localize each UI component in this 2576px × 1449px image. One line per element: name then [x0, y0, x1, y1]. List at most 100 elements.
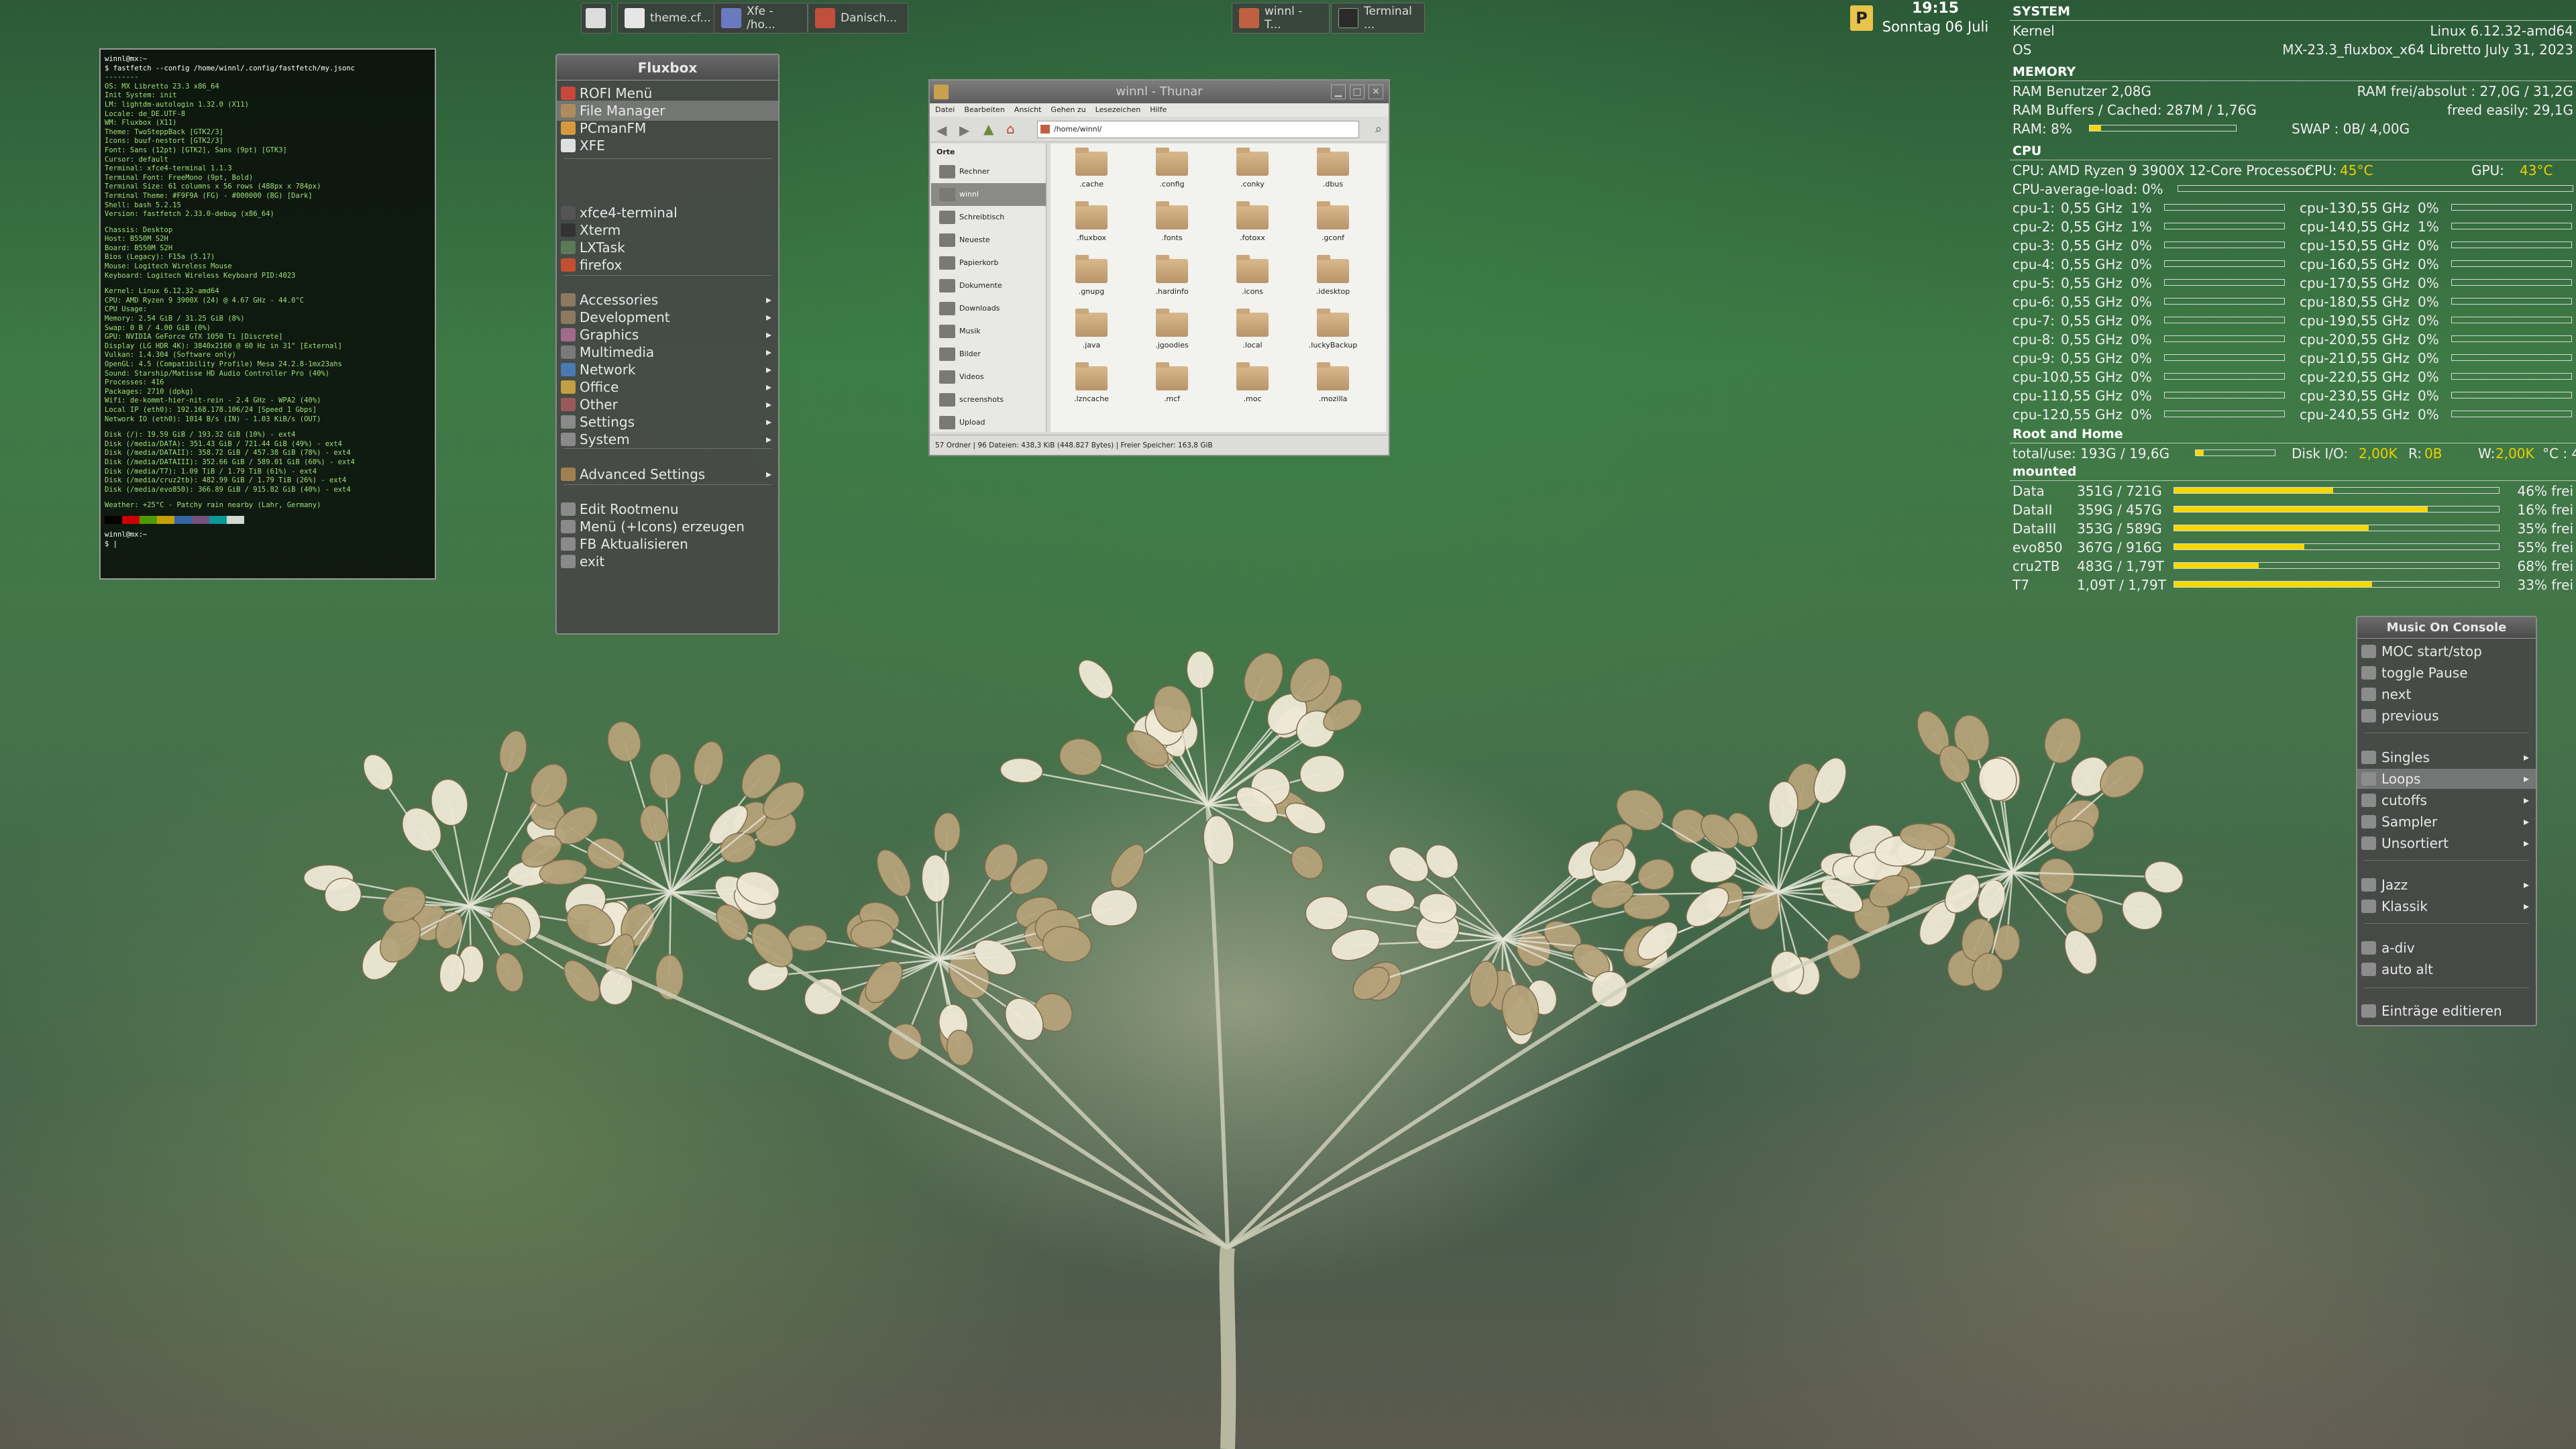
place-item[interactable]: Videos — [931, 366, 1046, 388]
ram-bar-fill — [2090, 125, 2102, 131]
music-item-auto-alt[interactable]: auto alt — [2357, 959, 2536, 979]
music-item-next[interactable]: next — [2357, 684, 2536, 704]
music-item-moc-start-stop[interactable]: MOC start/stop — [2357, 641, 2536, 661]
menu-item-advanced-settings[interactable]: Advanced Settings ▸ — [557, 464, 778, 484]
folder-item[interactable]: .fluxbox — [1055, 200, 1128, 254]
menubar-item[interactable]: Bearbeiten — [964, 103, 1004, 117]
terminal-cursor-line[interactable]: $ | — [105, 540, 431, 549]
core-bar — [2164, 260, 2285, 267]
folder-item[interactable]: .icons — [1216, 254, 1289, 307]
back-arrow-icon[interactable]: ◀ — [936, 122, 947, 138]
window-titlebar[interactable]: winnl - Thunar ▁ □ ✕ — [930, 80, 1389, 103]
place-item[interactable]: Neueste — [931, 229, 1046, 252]
terminal-line: Local IP (eth0): 192.168.178.106/24 [Spe… — [105, 405, 317, 414]
menubar-item[interactable]: Datei — [935, 103, 955, 117]
core-label: cpu-1: — [2012, 200, 2055, 216]
menubar-item[interactable]: Hilfe — [1150, 103, 1167, 117]
folder-item[interactable]: .luckyBackup — [1296, 307, 1370, 361]
folder-item[interactable]: .conky — [1216, 146, 1289, 200]
flower-branch — [937, 958, 1229, 1250]
folder-item[interactable]: .gconf — [1296, 200, 1370, 254]
core-frequency: 0,55 GHz — [2348, 294, 2410, 310]
folder-item[interactable]: .java — [1055, 307, 1128, 361]
folder-item[interactable]: .moc — [1216, 361, 1289, 415]
menu-item-label: Xterm — [580, 222, 621, 238]
root-bar-fill — [2196, 450, 2204, 455]
task-terminal[interactable]: Terminal ... — [1331, 3, 1425, 34]
terminal-line: Vulkan: 1.4.304 (Software only) — [105, 351, 236, 360]
music-item-previous[interactable]: previous — [2357, 706, 2536, 726]
place-item[interactable]: Rechner — [931, 160, 1046, 183]
location-input[interactable]: /home/winnl/ — [1037, 121, 1359, 138]
mount-name: DataIII — [2012, 521, 2057, 537]
music-icon — [2361, 688, 2376, 701]
place-item[interactable]: Dokumente — [931, 274, 1046, 297]
place-item[interactable]: Upload — [931, 411, 1046, 434]
folder-item[interactable]: .local — [1216, 307, 1289, 361]
mount-size: 353G / 589G — [2077, 521, 2162, 537]
folder-item[interactable]: .cache — [1055, 146, 1128, 200]
music-item-singles[interactable]: Singles ▸ — [2357, 747, 2536, 767]
close-icon[interactable]: ✕ — [1368, 85, 1383, 99]
folder-home-icon — [1040, 125, 1050, 133]
up-arrow-icon[interactable]: ▲ — [983, 121, 994, 137]
folder-item[interactable]: .mcf — [1135, 361, 1209, 415]
menu-separator — [564, 158, 771, 159]
place-item[interactable]: Papierkorb — [931, 252, 1046, 274]
folder-item[interactable]: .gnupg — [1055, 254, 1128, 307]
folder-item[interactable]: .fonts — [1135, 200, 1209, 254]
task-thunar[interactable]: winnl - T... — [1232, 3, 1330, 34]
music-item-toggle-pause[interactable]: toggle Pause — [2357, 663, 2536, 683]
forward-arrow-icon[interactable]: ▶ — [959, 122, 969, 138]
place-item[interactable]: Downloads — [931, 297, 1046, 320]
minimize-icon[interactable]: ▁ — [1331, 85, 1346, 99]
menu-item-icon — [561, 293, 576, 307]
folder-item[interactable]: .config — [1135, 146, 1209, 200]
folder-item[interactable]: .idesktop — [1296, 254, 1370, 307]
maximize-icon[interactable]: □ — [1350, 85, 1364, 99]
clock[interactable]: 19:15 Sonntag 06 Juli — [1872, 0, 1999, 40]
folder-item[interactable]: .lzncache — [1055, 361, 1128, 415]
place-item[interactable]: winnl — [931, 183, 1046, 206]
music-item-eintr-ge-editieren[interactable]: Einträge editieren — [2357, 1001, 2536, 1021]
place-item[interactable]: screenshots — [931, 388, 1046, 411]
core-bar — [2451, 335, 2572, 342]
menu-item-firefox[interactable]: firefox — [557, 255, 778, 275]
search-icon[interactable]: ⌕ — [1375, 122, 1382, 136]
launcher-button[interactable] — [581, 3, 612, 34]
mount-bar — [2174, 543, 2500, 550]
menubar-item[interactable]: Ansicht — [1014, 103, 1042, 117]
task-xfe[interactable]: Xfe - /ho... — [714, 3, 808, 34]
terminal-line: Disk (/media/evo850): 366.89 GiB / 915.8… — [105, 485, 351, 494]
core-bar — [2451, 204, 2572, 211]
core-bar — [2451, 279, 2572, 286]
window-menu-icon[interactable] — [934, 85, 949, 99]
terminal-window[interactable]: winnl@mx:~ $ fastfetch --config /home/win… — [99, 48, 436, 580]
music-item-cutoffs[interactable]: cutoffs ▸ — [2357, 790, 2536, 810]
menubar-item[interactable]: Lesezeichen — [1095, 103, 1141, 117]
menu-item-exit[interactable]: exit — [557, 551, 778, 572]
music-item-loops[interactable]: Loops ▸ — [2357, 769, 2536, 789]
task-browser[interactable]: Danisch... — [808, 3, 908, 34]
music-item-klassik[interactable]: Klassik ▸ — [2357, 896, 2536, 916]
music-item-a-div[interactable]: a-div — [2357, 938, 2536, 958]
place-item[interactable]: Schreibtisch — [931, 206, 1046, 229]
home-icon[interactable]: ⌂ — [1006, 121, 1015, 137]
menu-item-system[interactable]: System ▸ — [557, 429, 778, 449]
tray-icon[interactable]: P — [1850, 5, 1873, 31]
music-item-unsortiert[interactable]: Unsortiert ▸ — [2357, 833, 2536, 853]
menu-item-xfe[interactable]: XFE — [557, 136, 778, 156]
folder-item[interactable]: .mozilla — [1296, 361, 1370, 415]
folder-item[interactable]: .jgoodies — [1135, 307, 1209, 361]
place-item[interactable]: Musik — [931, 320, 1046, 343]
place-item[interactable]: Bilder — [931, 343, 1046, 366]
menu-item-icon — [561, 555, 576, 568]
music-item-sampler[interactable]: Sampler ▸ — [2357, 812, 2536, 832]
core-load: 0% — [2131, 331, 2152, 347]
music-item-jazz[interactable]: Jazz ▸ — [2357, 875, 2536, 895]
folder-item[interactable]: .fotoxx — [1216, 200, 1289, 254]
folder-item[interactable]: .dbus — [1296, 146, 1370, 200]
core-bar — [2451, 317, 2572, 323]
folder-item[interactable]: .hardinfo — [1135, 254, 1209, 307]
menubar-item[interactable]: Gehen zu — [1051, 103, 1085, 117]
